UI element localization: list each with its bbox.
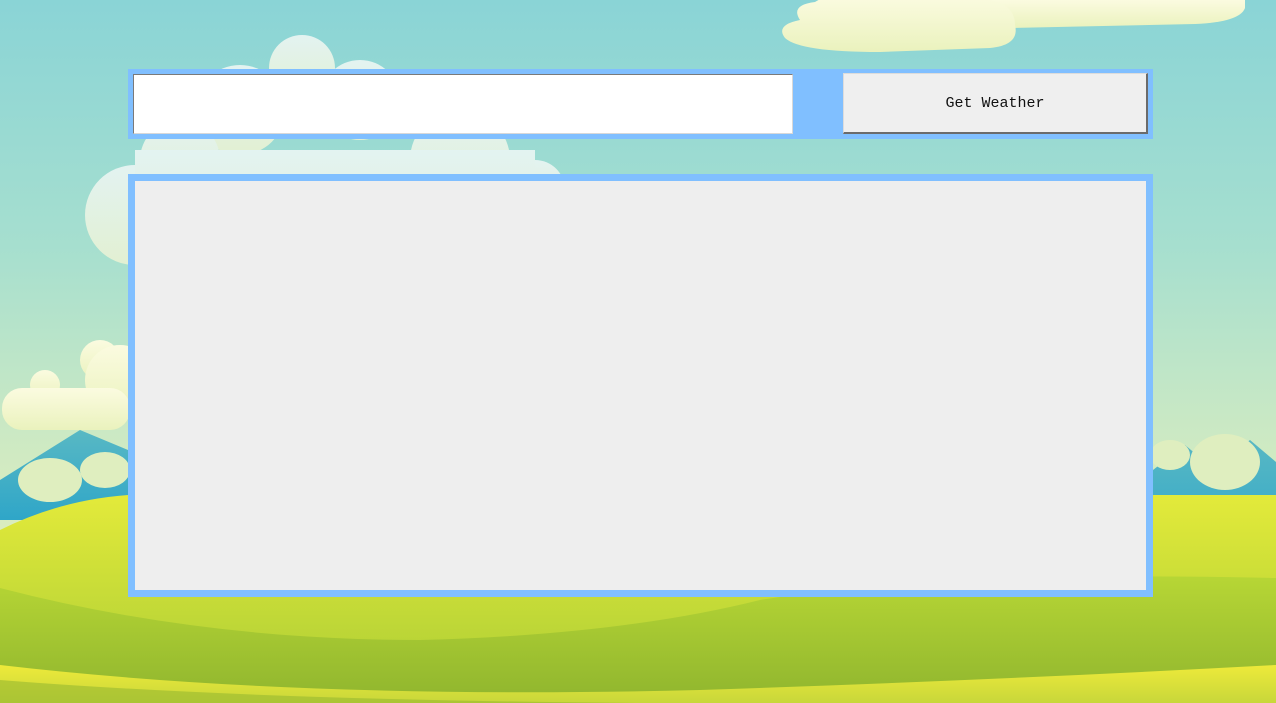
get-weather-button[interactable]: Get Weather xyxy=(843,73,1148,134)
search-bar: Get Weather xyxy=(128,69,1153,139)
city-search-input[interactable] xyxy=(133,74,793,134)
weather-result-panel xyxy=(128,174,1153,597)
weather-result-text xyxy=(135,181,1146,201)
